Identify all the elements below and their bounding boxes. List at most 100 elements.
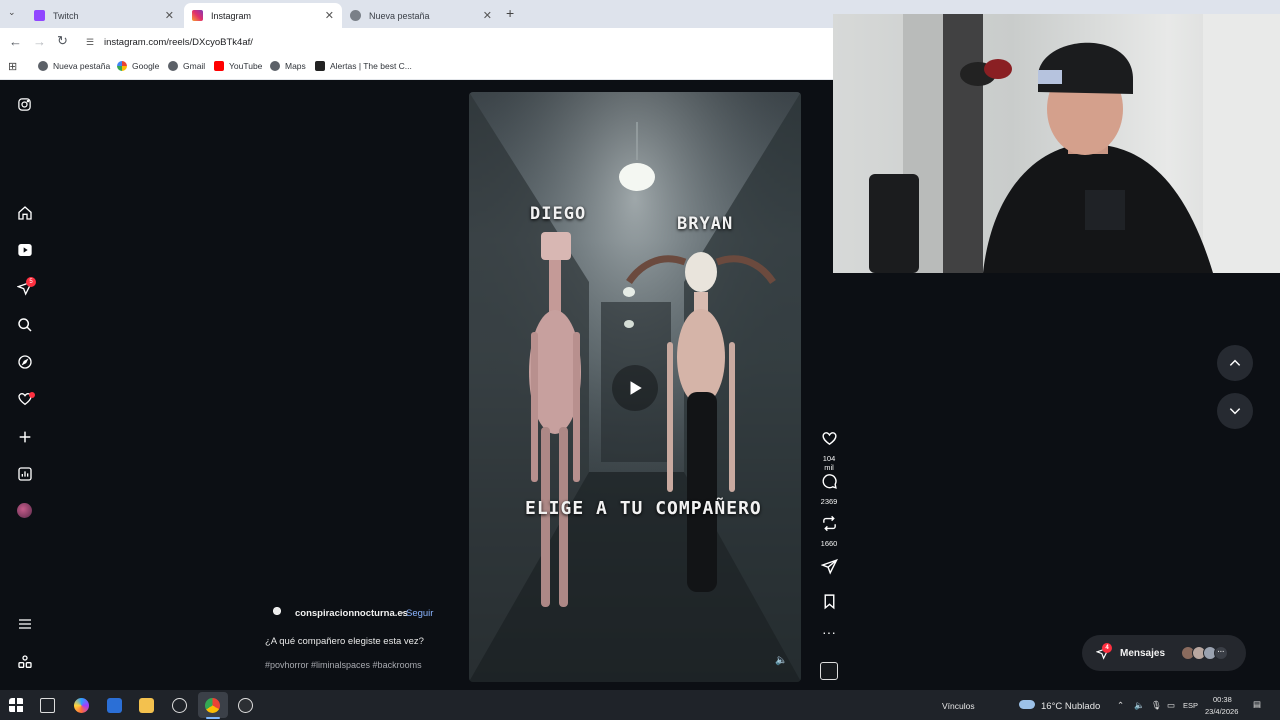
profile-avatar[interactable]	[16, 502, 33, 519]
more-menu-icon[interactable]	[16, 615, 33, 632]
youtube-icon	[214, 61, 224, 71]
language-indicator[interactable]: ESP	[1183, 701, 1198, 710]
globe-icon	[270, 61, 280, 71]
globe-icon	[168, 61, 178, 71]
heart-icon	[821, 432, 837, 446]
bookmark-gmail[interactable]: Gmail	[168, 61, 205, 71]
dot-separator: •	[400, 608, 404, 619]
new-tab-button[interactable]: +	[506, 5, 514, 21]
bookmark-youtube[interactable]: YouTube	[214, 61, 262, 71]
author-avatar[interactable]	[268, 604, 286, 624]
mute-speaker-icon[interactable]: 🔈	[775, 655, 787, 666]
back-arrow-icon[interactable]: ←	[9, 34, 22, 49]
forward-arrow-icon[interactable]: →	[33, 34, 46, 49]
tab-instagram[interactable]: Instagram ✕	[184, 3, 342, 28]
clock-date[interactable]: 23/4/2026	[1205, 707, 1238, 716]
copilot-icon[interactable]	[74, 698, 89, 713]
site-settings-icon[interactable]: ☰	[86, 37, 94, 48]
play-icon	[630, 381, 642, 395]
globe-icon	[350, 10, 361, 21]
post-caption: ¿A qué compañero elegiste esta vez?	[265, 636, 424, 647]
share-button[interactable]	[817, 558, 841, 580]
video-caption-overlay: ELIGE A TU COMPAÑERO	[525, 498, 762, 519]
apps-grid-icon[interactable]: ⊞	[8, 60, 17, 73]
messages-button[interactable]: 4 Mensajes ···	[1082, 635, 1246, 671]
messages-badge: 4	[1102, 643, 1112, 653]
character-name-bryan: BRYAN	[677, 214, 734, 234]
links-toolbar-label[interactable]: Vínculos	[942, 701, 975, 711]
clock-time[interactable]: 00:38	[1213, 695, 1232, 704]
store-icon[interactable]	[107, 698, 122, 713]
notifications-icon[interactable]: ▤	[1253, 699, 1261, 710]
show-hidden-icons-chevron-icon[interactable]: ⌃	[1117, 700, 1124, 711]
active-app-indicator	[206, 717, 220, 719]
reload-icon[interactable]: ↻	[57, 33, 68, 49]
dashboard-chart-icon[interactable]	[16, 465, 33, 482]
bookmark-google[interactable]: Google	[117, 61, 159, 71]
also-from-meta-icon[interactable]	[16, 653, 33, 670]
audio-avatar-icon	[820, 662, 838, 680]
save-button[interactable]	[817, 593, 841, 615]
create-plus-icon[interactable]	[16, 428, 33, 445]
notification-badge: 5	[26, 277, 36, 287]
webcam-person-illustration	[869, 14, 1280, 273]
messages-label: Mensajes	[1120, 647, 1166, 659]
repost-icon	[822, 515, 836, 532]
close-tab-icon[interactable]: ✕	[165, 9, 174, 22]
previous-reel-button[interactable]	[1217, 345, 1253, 381]
repost-button[interactable]: 1660	[817, 515, 841, 548]
comment-bubble-icon	[822, 474, 837, 489]
bookmark-maps[interactable]: Maps	[270, 61, 306, 71]
chevron-up-icon	[1229, 359, 1241, 366]
home-icon[interactable]	[16, 204, 33, 221]
instagram-icon	[192, 10, 203, 21]
close-tab-icon[interactable]: ✕	[483, 9, 492, 22]
windows-start-icon[interactable]	[9, 698, 24, 713]
follow-button[interactable]: Seguir	[406, 608, 433, 619]
tab-title: Twitch	[53, 10, 79, 21]
author-username[interactable]: conspiracionnocturna.es	[295, 608, 408, 619]
tab-twitch[interactable]: Twitch ✕	[26, 3, 182, 28]
tab-new-tab[interactable]: Nueva pestaña ✕	[342, 3, 500, 28]
reels-icon[interactable]	[16, 241, 33, 258]
bookmark-new-tab[interactable]: Nueva pestaña	[38, 61, 110, 71]
ellipsis-icon: ···	[822, 624, 836, 640]
microphone-icon[interactable]: 🔈	[1134, 700, 1145, 711]
like-count: 104 mil	[822, 454, 836, 472]
comment-count: 2369	[820, 497, 838, 506]
weather-status[interactable]: 16°C Nublado	[1041, 701, 1100, 712]
windows-taskbar: Vínculos 16°C Nublado ⌃ 🔈 🎙 ▭ ESP 00:38 …	[0, 690, 1280, 720]
character-name-diego: DIEGO	[530, 204, 587, 224]
play-button[interactable]	[612, 365, 658, 411]
webcam-overlay	[833, 14, 1280, 273]
alert-site-icon	[315, 61, 325, 71]
close-tab-icon[interactable]: ✕	[325, 9, 334, 22]
like-button[interactable]: 104 mil	[817, 430, 841, 472]
more-options-button[interactable]: ···	[817, 624, 841, 640]
file-explorer-icon[interactable]	[139, 698, 154, 713]
next-reel-button[interactable]	[1217, 393, 1253, 429]
tab-list-dropdown-icon[interactable]: ⌄	[8, 7, 16, 18]
bookmark-icon	[824, 594, 834, 610]
repost-count: 1660	[820, 539, 838, 548]
comment-button[interactable]: 2369	[817, 473, 841, 506]
instagram-logo-icon[interactable]	[16, 96, 33, 113]
twitch-icon	[34, 10, 45, 21]
network-icon[interactable]: ▭	[1167, 700, 1175, 711]
search-icon[interactable]	[16, 316, 33, 333]
post-hashtags[interactable]: #povhorror #liminalspaces #backrooms	[265, 660, 422, 670]
explore-compass-icon[interactable]	[16, 353, 33, 370]
weather-cloud-icon	[1019, 700, 1035, 709]
media-player-icon[interactable]	[172, 698, 187, 713]
audio-thumbnail[interactable]	[817, 662, 841, 685]
address-bar[interactable]: instagram.com/reels/DXcyoBTk4af/	[104, 37, 253, 48]
obs-recorder-icon[interactable]	[238, 698, 253, 713]
volume-icon[interactable]: 🎙	[1151, 700, 1162, 711]
chrome-icon	[205, 698, 220, 713]
send-paper-plane-icon	[819, 558, 838, 575]
bookmark-alertas[interactable]: Alertas | The best C...	[315, 61, 412, 71]
google-icon	[117, 61, 127, 71]
globe-icon	[38, 61, 48, 71]
reel-video[interactable]: DIEGO BRYAN ELIGE A TU COMPAÑERO 🔈	[469, 92, 801, 682]
task-view-icon[interactable]	[40, 698, 55, 713]
